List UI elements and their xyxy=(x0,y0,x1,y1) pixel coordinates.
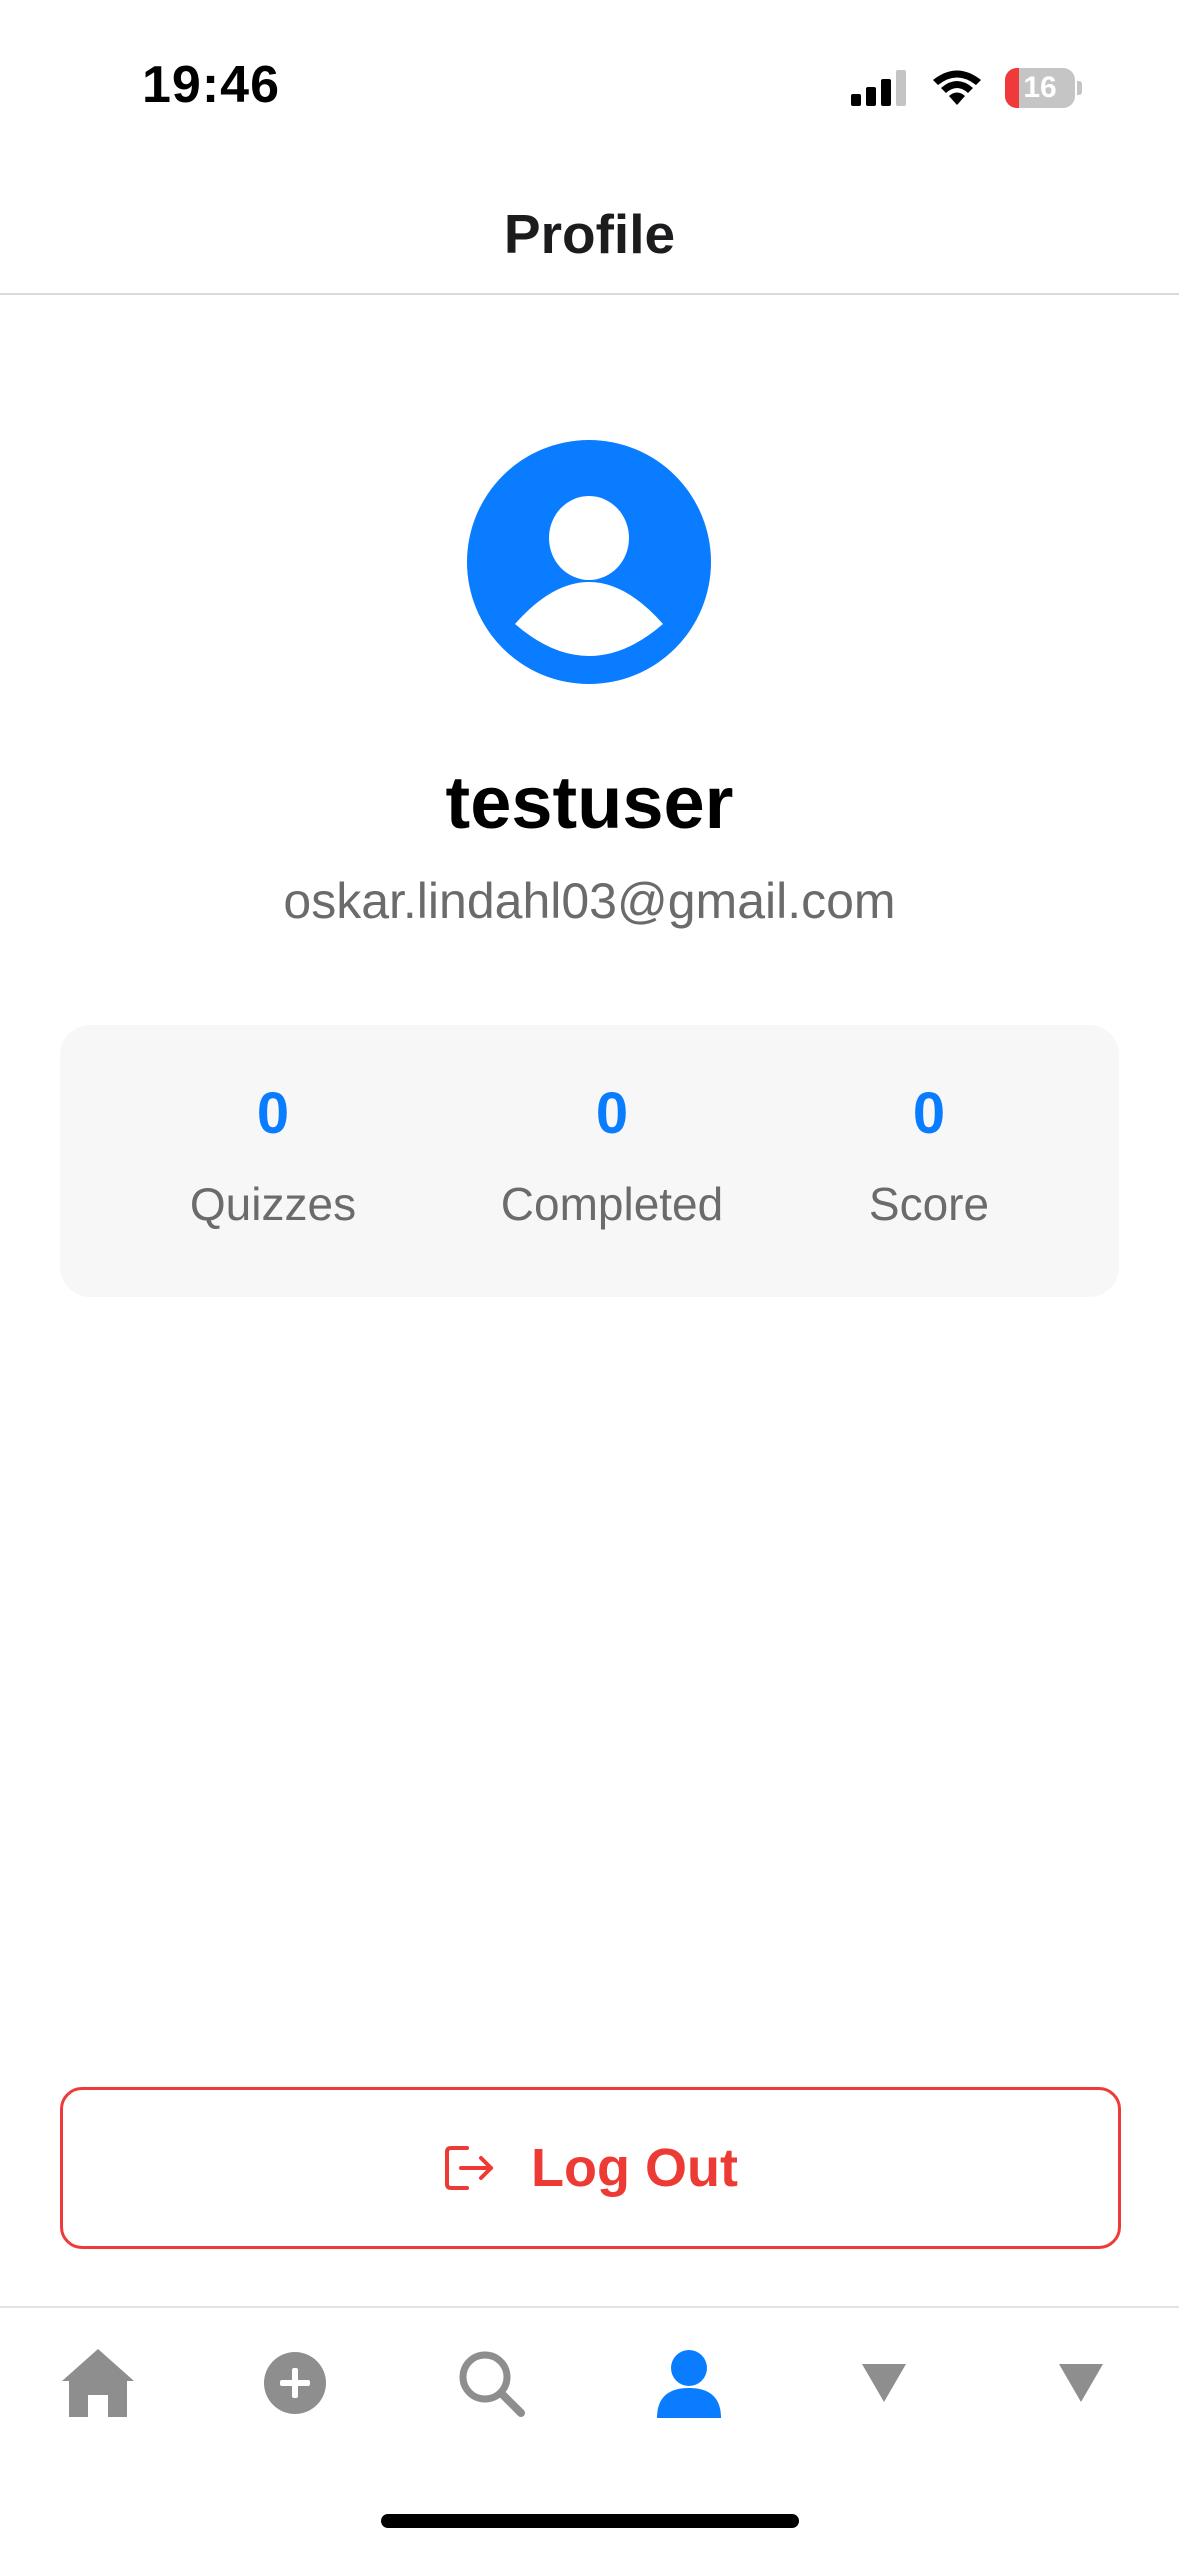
tab-search[interactable] xyxy=(436,2328,546,2438)
stat-label: Completed xyxy=(500,1178,724,1230)
cellular-signal-icon xyxy=(851,70,906,106)
battery-level: 16 xyxy=(1023,71,1057,104)
log-out-icon xyxy=(445,2146,494,2190)
tab-6[interactable] xyxy=(1026,2328,1136,2438)
wifi-icon xyxy=(933,70,981,105)
stat-label: Quizzes xyxy=(189,1178,357,1230)
stat-quizzes: 0 Quizzes xyxy=(113,1085,433,1231)
home-indicator[interactable] xyxy=(381,2514,799,2528)
stat-label: Score xyxy=(868,1178,990,1230)
tab-profile[interactable] xyxy=(634,2328,744,2438)
battery-icon: 16 xyxy=(1005,68,1083,108)
stat-score: 0 Score xyxy=(769,1085,1089,1231)
page-title: Profile xyxy=(503,203,676,265)
user-email: oskar.lindahl03@gmail.com xyxy=(283,873,896,929)
triangle-down-icon xyxy=(862,2364,906,2402)
avatar xyxy=(467,440,711,684)
tab-create[interactable] xyxy=(240,2328,350,2438)
logout-label: Log Out xyxy=(531,2138,738,2198)
status-bar: 19:46 16 xyxy=(0,0,1179,175)
stat-completed: 0 Completed xyxy=(452,1085,772,1231)
stat-value: 0 xyxy=(912,1081,946,1146)
status-icons: 16 xyxy=(851,66,1083,110)
plus-circle-icon xyxy=(264,2352,326,2414)
search-icon xyxy=(459,2351,525,2417)
person-icon xyxy=(657,2350,721,2418)
tab-home[interactable] xyxy=(43,2328,153,2438)
tab-5[interactable] xyxy=(829,2328,939,2438)
logout-button[interactable]: Log Out xyxy=(60,2087,1121,2249)
stats-card: 0 Quizzes 0 Completed 0 Score xyxy=(60,1025,1119,1297)
status-time: 19:46 xyxy=(142,56,280,114)
stat-value: 0 xyxy=(595,1081,629,1146)
stat-value: 0 xyxy=(256,1081,290,1146)
person-circle-icon xyxy=(515,496,663,656)
navigation-bar: Profile xyxy=(0,175,1179,295)
triangle-down-icon xyxy=(1059,2364,1103,2402)
house-icon xyxy=(62,2349,134,2417)
username: testuser xyxy=(445,761,734,844)
